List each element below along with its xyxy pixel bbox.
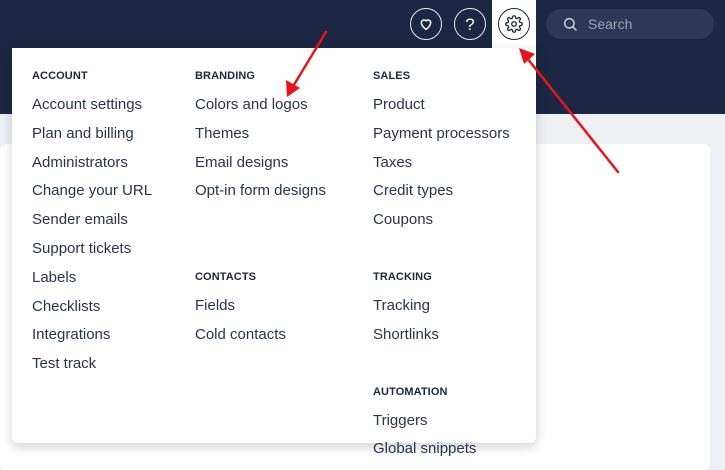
search-input[interactable]: [588, 16, 708, 32]
menu-item-global-snippets[interactable]: Global snippets: [373, 439, 510, 468]
settings-dropdown-menu: ACCOUNT Account settings Plan and billin…: [12, 48, 536, 457]
sales-heading: SALES: [373, 70, 411, 82]
menu-item-payment-processors[interactable]: Payment processors: [373, 124, 510, 153]
favorites-button[interactable]: [410, 8, 442, 40]
contacts-group: CONTACTS Fields Cold contacts: [195, 270, 326, 354]
menu-item-fields[interactable]: Fields: [195, 296, 326, 325]
menu-item-account-settings[interactable]: Account settings: [32, 95, 152, 124]
settings-tab-active[interactable]: [492, 0, 536, 48]
menu-item-themes[interactable]: Themes: [195, 124, 326, 153]
contacts-heading: CONTACTS: [195, 271, 257, 284]
menu-item-shortlinks[interactable]: Shortlinks: [373, 325, 510, 354]
menu-item-email-designs[interactable]: Email designs: [195, 153, 326, 182]
automation-group: AUTOMATION Triggers Global snippets: [373, 385, 510, 469]
sales-tracking-automation-column: SALES Product Payment processors Taxes C…: [373, 69, 510, 468]
menu-item-coupons[interactable]: Coupons: [373, 210, 510, 239]
settings-button[interactable]: [498, 8, 530, 40]
menu-item-credit-types[interactable]: Credit types: [373, 181, 510, 210]
menu-item-sender-emails[interactable]: Sender emails: [32, 210, 152, 239]
menu-item-tracking[interactable]: Tracking: [373, 296, 510, 325]
menu-item-test-track[interactable]: Test track: [32, 354, 152, 383]
branding-contacts-column: BRANDING Colors and logos Themes Email d…: [195, 69, 326, 354]
sales-group: SALES Product Payment processors Taxes C…: [373, 69, 510, 239]
search-box[interactable]: [546, 9, 714, 39]
menu-item-triggers[interactable]: Triggers: [373, 411, 510, 440]
gear-icon: [505, 15, 523, 33]
menu-item-plan-and-billing[interactable]: Plan and billing: [32, 124, 152, 153]
branding-group: BRANDING Colors and logos Themes Email d…: [195, 69, 326, 210]
top-navbar: ?: [0, 0, 725, 48]
help-button[interactable]: ?: [454, 8, 486, 40]
tracking-group: TRACKING Tracking Shortlinks: [373, 270, 510, 354]
menu-item-administrators[interactable]: Administrators: [32, 153, 152, 182]
menu-item-taxes[interactable]: Taxes: [373, 153, 510, 182]
help-icon: ?: [465, 14, 475, 34]
menu-item-product[interactable]: Product: [373, 95, 510, 124]
account-heading: ACCOUNT: [32, 70, 88, 82]
menu-item-integrations[interactable]: Integrations: [32, 325, 152, 354]
heart-icon: [420, 19, 432, 31]
branding-heading: BRANDING: [195, 70, 256, 82]
account-column: ACCOUNT Account settings Plan and billin…: [32, 69, 152, 383]
menu-item-support-tickets[interactable]: Support tickets: [32, 239, 152, 268]
menu-item-optin-form-designs[interactable]: Opt-in form designs: [195, 181, 326, 210]
menu-item-change-url[interactable]: Change your URL: [32, 181, 152, 210]
search-icon: [563, 17, 577, 31]
tracking-heading: TRACKING: [373, 270, 432, 283]
menu-item-colors-and-logos[interactable]: Colors and logos: [195, 95, 326, 124]
menu-item-cold-contacts[interactable]: Cold contacts: [195, 325, 326, 354]
menu-item-labels[interactable]: Labels: [32, 268, 152, 297]
automation-heading: AUTOMATION: [373, 385, 448, 398]
menu-item-checklists[interactable]: Checklists: [32, 297, 152, 326]
